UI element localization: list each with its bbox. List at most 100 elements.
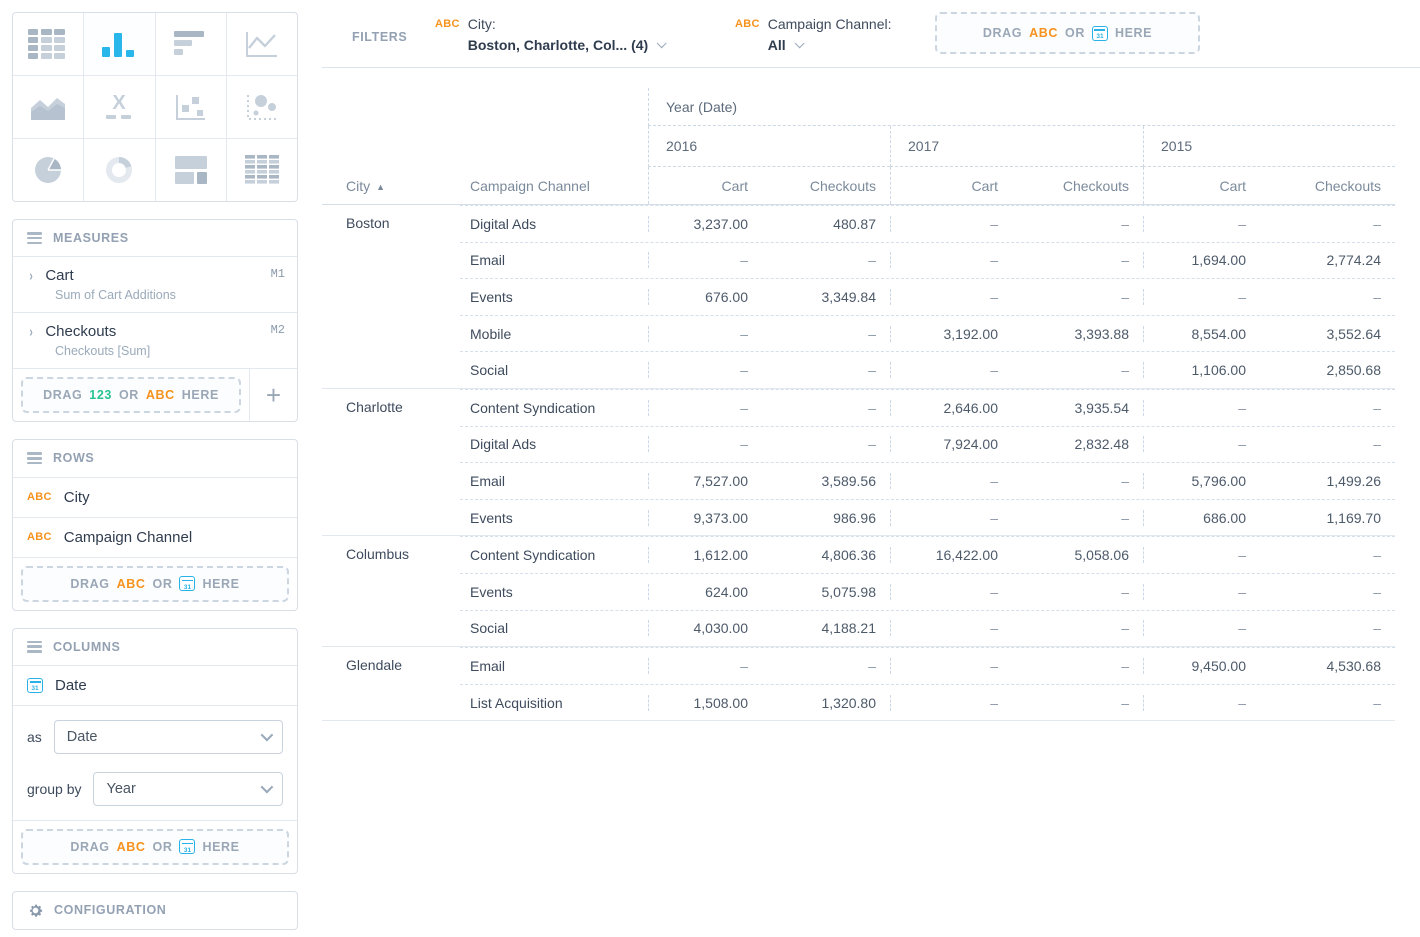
value-cell[interactable]: 986.96: [762, 510, 890, 526]
row-field-campaign-channel[interactable]: ABC Campaign Channel: [13, 518, 297, 558]
value-cell[interactable]: –: [1012, 620, 1143, 636]
channel-cell[interactable]: Content Syndication: [460, 400, 648, 416]
cart-column-header[interactable]: Cart: [648, 167, 762, 204]
value-cell[interactable]: –: [1260, 289, 1395, 305]
add-measure-button[interactable]: +: [249, 369, 297, 421]
value-cell[interactable]: –: [1143, 695, 1260, 711]
city-label[interactable]: Glendale: [346, 657, 402, 673]
year-header-2015[interactable]: 2015: [1143, 126, 1395, 167]
channel-cell[interactable]: Digital Ads: [460, 436, 648, 452]
value-cell[interactable]: –: [1260, 436, 1395, 452]
chart-type-scatter-plot[interactable]: [156, 76, 226, 138]
city-label[interactable]: Charlotte: [346, 399, 403, 415]
chart-type-pie-chart[interactable]: [13, 139, 83, 201]
as-select[interactable]: Date: [54, 720, 283, 754]
value-cell[interactable]: 480.87: [762, 216, 890, 232]
columns-field-date[interactable]: Date: [13, 666, 297, 706]
value-cell[interactable]: –: [648, 436, 762, 452]
measure-item-cart[interactable]: › Cart M1 Sum of Cart Additions: [13, 257, 297, 313]
value-cell[interactable]: 4,030.00: [648, 620, 762, 636]
value-cell[interactable]: –: [1143, 584, 1260, 600]
chart-type-treemap[interactable]: [156, 139, 226, 201]
value-cell[interactable]: 9,450.00: [1143, 658, 1260, 674]
group-by-select[interactable]: Year: [93, 772, 283, 806]
configuration-header[interactable]: CONFIGURATION: [13, 892, 297, 929]
value-cell[interactable]: 1,499.26: [1260, 473, 1395, 489]
value-cell[interactable]: 1,694.00: [1143, 252, 1260, 268]
cart-column-header[interactable]: Cart: [1143, 167, 1260, 204]
value-cell[interactable]: 624.00: [648, 584, 762, 600]
filter-campaign-channel[interactable]: ABC Campaign Channel: All: [735, 16, 891, 53]
value-cell[interactable]: –: [648, 658, 762, 674]
channel-cell[interactable]: Email: [460, 658, 648, 674]
value-cell[interactable]: 5,796.00: [1143, 473, 1260, 489]
columns-drop-zone[interactable]: DRAGABCORHERE: [21, 829, 289, 865]
value-cell[interactable]: –: [762, 326, 890, 342]
value-cell[interactable]: –: [890, 510, 1012, 526]
value-cell[interactable]: –: [1143, 436, 1260, 452]
value-cell[interactable]: –: [1260, 216, 1395, 232]
value-cell[interactable]: –: [1012, 510, 1143, 526]
value-cell[interactable]: –: [762, 400, 890, 416]
value-cell[interactable]: –: [890, 216, 1012, 232]
value-cell[interactable]: 1,612.00: [648, 547, 762, 563]
chart-type-pivot-table[interactable]: [227, 139, 297, 201]
rows-drop-zone[interactable]: DRAGABCORHERE: [21, 566, 289, 602]
cart-column-header[interactable]: Cart: [890, 167, 1012, 204]
value-cell[interactable]: 1,508.00: [648, 695, 762, 711]
channel-cell[interactable]: Email: [460, 473, 648, 489]
value-cell[interactable]: 1,169.70: [1260, 510, 1395, 526]
value-cell[interactable]: 3,935.54: [1012, 400, 1143, 416]
checkouts-column-header[interactable]: Checkouts: [1012, 167, 1143, 204]
value-cell[interactable]: –: [1260, 695, 1395, 711]
value-cell[interactable]: –: [1012, 658, 1143, 674]
rows-panel-header[interactable]: ROWS: [13, 440, 297, 477]
value-cell[interactable]: –: [890, 584, 1012, 600]
value-cell[interactable]: 5,058.06: [1012, 547, 1143, 563]
channel-cell[interactable]: Events: [460, 584, 648, 600]
chart-type-line-chart[interactable]: [227, 13, 297, 75]
value-cell[interactable]: –: [762, 252, 890, 268]
channel-cell[interactable]: Social: [460, 362, 648, 378]
chevron-right-icon[interactable]: ›: [29, 268, 32, 285]
value-cell[interactable]: 4,530.68: [1260, 658, 1395, 674]
value-cell[interactable]: 1,320.80: [762, 695, 890, 711]
chart-type-x-bars[interactable]: X: [84, 76, 154, 138]
value-cell[interactable]: 2,832.48: [1012, 436, 1143, 452]
filters-drop-zone[interactable]: DRAGABCORHERE: [935, 12, 1200, 54]
channel-cell[interactable]: Email: [460, 252, 648, 268]
value-cell[interactable]: –: [1143, 400, 1260, 416]
value-cell[interactable]: –: [890, 289, 1012, 305]
value-cell[interactable]: –: [762, 362, 890, 378]
value-cell[interactable]: –: [890, 620, 1012, 636]
value-cell[interactable]: –: [648, 400, 762, 416]
filter-city[interactable]: ABC City: Boston, Charlotte, Col... (4): [435, 16, 663, 53]
value-cell[interactable]: –: [1012, 216, 1143, 232]
city-label[interactable]: Columbus: [346, 546, 409, 562]
city-column-header[interactable]: City▲: [322, 167, 460, 204]
channel-cell[interactable]: Events: [460, 510, 648, 526]
campaign-channel-column-header[interactable]: Campaign Channel: [460, 167, 648, 204]
chart-type-donut-chart[interactable]: [84, 139, 154, 201]
value-cell[interactable]: 3,349.84: [762, 289, 890, 305]
value-cell[interactable]: 7,527.00: [648, 473, 762, 489]
value-cell[interactable]: –: [1012, 252, 1143, 268]
columns-panel-header[interactable]: COLUMNS: [13, 629, 297, 666]
chart-type-bar-chart[interactable]: [84, 13, 154, 75]
chart-type-area-chart[interactable]: [13, 76, 83, 138]
channel-cell[interactable]: Mobile: [460, 326, 648, 342]
value-cell[interactable]: 4,806.36: [762, 547, 890, 563]
value-cell[interactable]: –: [1012, 584, 1143, 600]
value-cell[interactable]: 3,552.64: [1260, 326, 1395, 342]
value-cell[interactable]: –: [1012, 362, 1143, 378]
channel-cell[interactable]: Social: [460, 620, 648, 636]
chevron-right-icon[interactable]: ›: [29, 324, 32, 341]
value-cell[interactable]: 2,850.68: [1260, 362, 1395, 378]
value-cell[interactable]: 5,075.98: [762, 584, 890, 600]
value-cell[interactable]: 3,393.88: [1012, 326, 1143, 342]
value-cell[interactable]: 3,589.56: [762, 473, 890, 489]
channel-cell[interactable]: Events: [460, 289, 648, 305]
channel-cell[interactable]: Content Syndication: [460, 547, 648, 563]
value-cell[interactable]: –: [762, 658, 890, 674]
value-cell[interactable]: 3,192.00: [890, 326, 1012, 342]
